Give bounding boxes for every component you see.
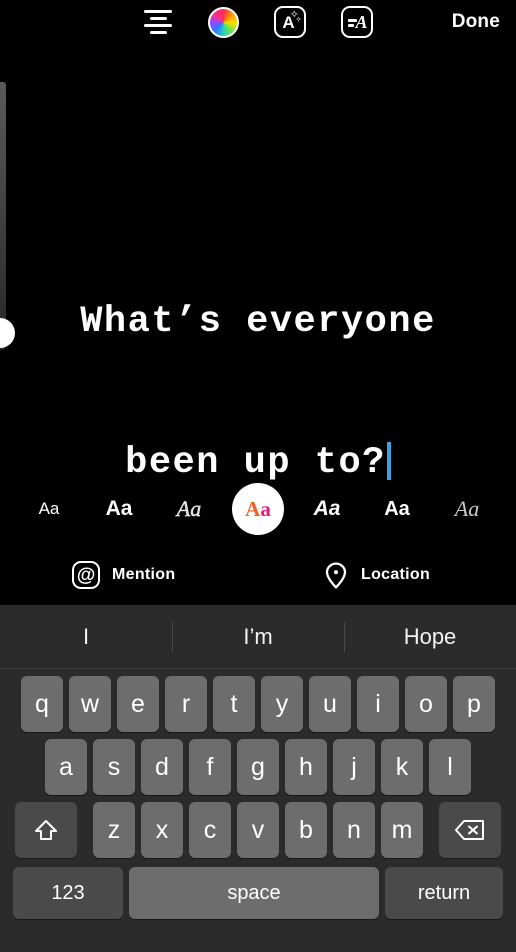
text-color-button[interactable]	[208, 6, 239, 38]
at-sign-icon: @	[72, 561, 100, 589]
mention-button[interactable]: @ Mention	[0, 561, 265, 589]
top-bar-icon-group: A ✧ ✧ A	[143, 6, 373, 38]
key-e[interactable]: e	[117, 676, 159, 732]
key-i[interactable]: i	[357, 676, 399, 732]
location-button[interactable]: Location	[265, 561, 516, 589]
font-option-bold-round[interactable]: Aa	[370, 482, 424, 536]
key-x[interactable]: x	[141, 802, 183, 858]
key-v[interactable]: v	[237, 802, 279, 858]
font-option-strong[interactable]: Aa	[300, 482, 354, 536]
shift-arrow-icon	[35, 820, 57, 840]
story-text-line: been up to?	[0, 440, 516, 487]
key-n[interactable]: n	[333, 802, 375, 858]
key-u[interactable]: u	[309, 676, 351, 732]
key-r[interactable]: r	[165, 676, 207, 732]
prediction-item[interactable]: I’m	[172, 624, 344, 650]
key-c[interactable]: c	[189, 802, 231, 858]
shift-key[interactable]	[15, 802, 77, 858]
keyboard-row-4: 123 space return	[0, 867, 516, 919]
key-j[interactable]: j	[333, 739, 375, 795]
text-caret	[386, 442, 391, 480]
key-t[interactable]: t	[213, 676, 255, 732]
location-label: Location	[361, 566, 431, 583]
text-effects-button[interactable]: A ✧ ✧	[274, 6, 306, 38]
prediction-item[interactable]: I	[0, 624, 172, 650]
font-option-typewriter-selected[interactable]: Aa	[232, 483, 284, 535]
key-p[interactable]: p	[453, 676, 495, 732]
key-f[interactable]: f	[189, 739, 231, 795]
color-wheel-icon	[208, 6, 239, 38]
key-o[interactable]: o	[405, 676, 447, 732]
key-b[interactable]: b	[285, 802, 327, 858]
text-align-button[interactable]	[143, 10, 173, 34]
key-s[interactable]: s	[93, 739, 135, 795]
done-button[interactable]: Done	[452, 11, 500, 33]
story-text-line-2: been up to?	[125, 442, 386, 484]
key-y[interactable]: y	[261, 676, 303, 732]
font-option-modern[interactable]: Aa	[92, 482, 146, 536]
key-w[interactable]: w	[69, 676, 111, 732]
numbers-key[interactable]: 123	[13, 867, 123, 919]
key-m[interactable]: m	[381, 802, 423, 858]
text-align-center-icon	[143, 10, 173, 34]
font-option-classic[interactable]: Aa	[22, 482, 76, 536]
font-style-picker: Aa Aa Aa Aa Aa Aa Aa	[0, 482, 516, 536]
key-g[interactable]: g	[237, 739, 279, 795]
key-d[interactable]: d	[141, 739, 183, 795]
key-q[interactable]: q	[21, 676, 63, 732]
text-effects-icon: A ✧ ✧	[274, 6, 306, 38]
map-pin-icon	[323, 561, 349, 589]
key-h[interactable]: h	[285, 739, 327, 795]
keyboard-row-2: a s d f g h j k l	[0, 739, 516, 795]
font-option-letter-a2: a	[260, 496, 271, 521]
story-text-line: What’s everyone	[80, 301, 436, 343]
on-screen-keyboard: I I’m Hope q w e r t y u i o p a s d f g…	[0, 605, 516, 952]
font-option-letter-a: A	[245, 496, 261, 521]
key-k[interactable]: k	[381, 739, 423, 795]
return-key[interactable]: return	[385, 867, 503, 919]
font-option-serif-italic[interactable]: Aa	[440, 482, 494, 536]
font-option-neon-script[interactable]: Aa	[162, 482, 216, 536]
key-a[interactable]: a	[45, 739, 87, 795]
backspace-key[interactable]	[439, 802, 501, 858]
keyboard-row-1: q w e r t y u i o p	[0, 676, 516, 732]
text-animation-icon: A	[341, 6, 373, 38]
keyboard-row-3: z x c v b n m	[0, 802, 516, 858]
mention-label: Mention	[112, 566, 176, 583]
sticker-actions-row: @ Mention Location	[0, 552, 516, 598]
prediction-item[interactable]: Hope	[344, 624, 516, 650]
prediction-bar: I I’m Hope	[0, 605, 516, 669]
backspace-icon	[455, 820, 484, 840]
editor-top-bar: A ✧ ✧ A Done	[0, 0, 516, 44]
key-l[interactable]: l	[429, 739, 471, 795]
story-text-editor-screen: A ✧ ✧ A Done What’s everyone been up to?…	[0, 0, 516, 952]
space-key[interactable]: space	[129, 867, 379, 919]
key-z[interactable]: z	[93, 802, 135, 858]
text-animation-button[interactable]: A	[341, 6, 373, 38]
